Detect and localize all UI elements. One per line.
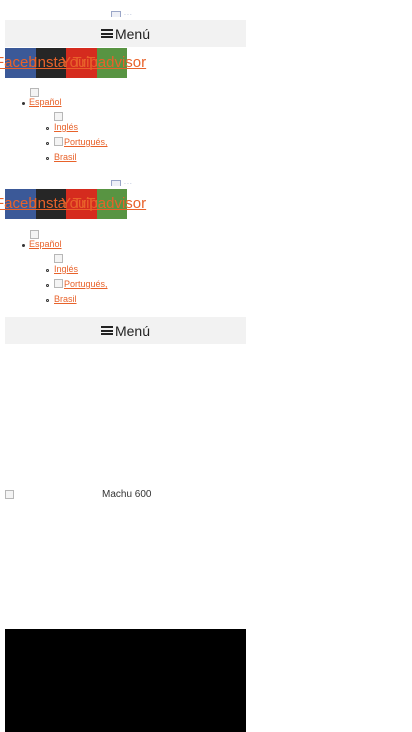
logo-alt-text: ...	[124, 180, 133, 186]
list-bullet	[22, 244, 25, 247]
list-bullet	[46, 157, 49, 160]
site-logo[interactable]: ...	[111, 11, 141, 17]
hamburger-icon	[100, 29, 113, 38]
flag-es-icon	[30, 88, 39, 97]
hamburger-icon	[100, 326, 113, 335]
facebook-link[interactable]: Facebook	[0, 189, 61, 219]
hero-image-alt: Machu 600	[102, 489, 152, 500]
list-bullet	[46, 269, 49, 272]
hero-image: Machu 600	[5, 489, 151, 500]
list-bullet	[46, 142, 49, 145]
language-option-en[interactable]: Inglés	[54, 264, 78, 274]
list-bullet	[22, 102, 25, 105]
social-links: Facebook Instagram YouTube Tripadvisor	[0, 189, 146, 219]
menu-label: Menú	[114, 322, 151, 339]
flag-es-icon	[30, 230, 39, 239]
flag-en-icon	[54, 112, 63, 121]
social-links: Facebook Instagram YouTube Tripadvisor	[0, 48, 146, 78]
logo-alt-text: ...	[124, 11, 133, 17]
tripadvisor-link[interactable]: Tripadvisor	[73, 189, 146, 219]
flag-pt-icon	[54, 279, 63, 288]
menu-toggle-button[interactable]: Menú	[5, 317, 246, 344]
language-current[interactable]: Español	[29, 97, 62, 107]
site-logo[interactable]: ...	[111, 180, 141, 186]
list-bullet	[46, 284, 49, 287]
broken-image-icon	[111, 180, 121, 186]
flag-en-icon	[54, 254, 63, 263]
broken-image-icon	[111, 11, 121, 17]
language-option-br[interactable]: Brasil	[54, 294, 77, 304]
language-option-pt[interactable]: Portugués,	[64, 137, 108, 147]
facebook-link[interactable]: Facebook	[0, 48, 61, 78]
flag-pt-icon	[54, 137, 63, 146]
language-option-en[interactable]: Inglés	[54, 122, 78, 132]
broken-image-icon	[5, 490, 14, 499]
menu-label: Menú	[114, 25, 151, 42]
tripadvisor-link[interactable]: Tripadvisor	[73, 48, 146, 78]
menu-toggle-button[interactable]: Menú	[5, 20, 246, 47]
list-bullet	[46, 127, 49, 130]
video-player[interactable]	[5, 629, 246, 732]
language-option-pt[interactable]: Portugués,	[64, 279, 108, 289]
language-current[interactable]: Español	[29, 239, 62, 249]
list-bullet	[46, 299, 49, 302]
language-option-br[interactable]: Brasil	[54, 152, 77, 162]
